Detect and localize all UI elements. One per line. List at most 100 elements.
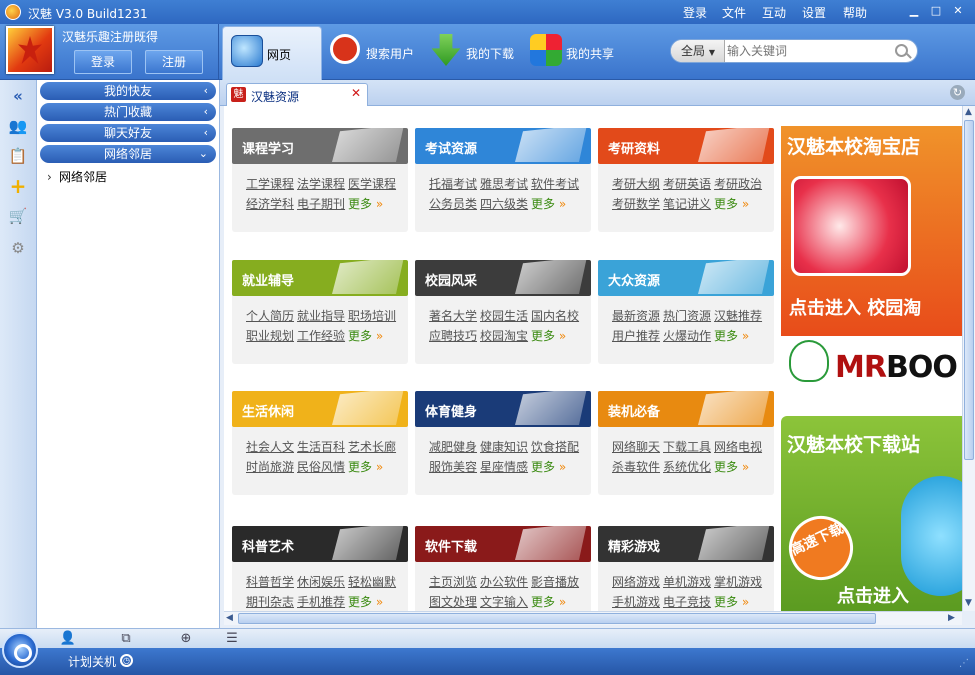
category-header[interactable]: 生活休闲 bbox=[232, 391, 408, 427]
category-header[interactable]: 精彩游戏 bbox=[598, 526, 774, 562]
brand-banner[interactable]: MRBOO bbox=[781, 340, 962, 396]
category-link[interactable]: 服饰美容 bbox=[429, 460, 477, 474]
cart-icon[interactable]: 🛒 bbox=[8, 206, 28, 226]
category-link[interactable]: 手机推荐 bbox=[297, 595, 345, 609]
main-menu-orb-icon[interactable] bbox=[2, 632, 38, 668]
category-header[interactable]: 大众资源 bbox=[598, 260, 774, 296]
category-header[interactable]: 考研资料 bbox=[598, 128, 774, 164]
menu-interact[interactable]: 互动 bbox=[762, 4, 786, 21]
category-header[interactable]: 课程学习 bbox=[232, 128, 408, 164]
tab-my-shares[interactable]: 我的共享 bbox=[522, 26, 640, 80]
category-link[interactable]: 饮食搭配 bbox=[531, 440, 579, 454]
tab-webpage[interactable]: 网页 bbox=[222, 26, 322, 80]
category-link[interactable]: 掌机游戏 bbox=[714, 575, 762, 589]
notes-icon[interactable]: 📋 bbox=[8, 146, 28, 166]
category-link[interactable]: 影音播放 bbox=[531, 575, 579, 589]
more-link[interactable]: 更多 » bbox=[348, 197, 383, 211]
category-link[interactable]: 减肥健身 bbox=[429, 440, 477, 454]
download-ad[interactable]: 汉魅本校下载站 高速下载 点击进入 bbox=[781, 416, 962, 611]
tab-search-users[interactable]: 搜索用户 bbox=[322, 26, 420, 80]
scroll-left-icon[interactable]: ◀ bbox=[226, 613, 233, 623]
category-link[interactable]: 民俗风情 bbox=[297, 460, 345, 474]
sidebar-group-network[interactable]: 网络邻居 ⌄ bbox=[40, 145, 216, 163]
category-link[interactable]: 工学课程 bbox=[246, 177, 294, 191]
menu-file[interactable]: 文件 bbox=[722, 4, 746, 21]
category-link[interactable]: 网络聊天 bbox=[612, 440, 660, 454]
category-link[interactable]: 国内名校 bbox=[531, 309, 579, 323]
category-link[interactable]: 就业指导 bbox=[297, 309, 345, 323]
category-link[interactable]: 软件考试 bbox=[531, 177, 579, 191]
category-link[interactable]: 经济学科 bbox=[246, 197, 294, 211]
more-link[interactable]: 更多 » bbox=[348, 595, 383, 609]
tree-item-network[interactable]: › 网络邻居 bbox=[47, 168, 107, 185]
collapse-icon[interactable]: « bbox=[8, 86, 28, 106]
category-link[interactable]: 时尚旅游 bbox=[246, 460, 294, 474]
minimize-button[interactable]: ▁ bbox=[906, 4, 922, 19]
category-link[interactable]: 热门资源 bbox=[663, 309, 711, 323]
sidebar-group-chat-friends[interactable]: 聊天好友 ‹ bbox=[40, 124, 216, 142]
category-link[interactable]: 医学课程 bbox=[348, 177, 396, 191]
category-link[interactable]: 职场培训 bbox=[348, 309, 396, 323]
category-link[interactable]: 网络游戏 bbox=[612, 575, 660, 589]
category-link[interactable]: 期刊杂志 bbox=[246, 595, 294, 609]
maximize-button[interactable]: □ bbox=[928, 4, 944, 19]
menu-settings[interactable]: 设置 bbox=[802, 4, 826, 21]
category-link[interactable]: 主页浏览 bbox=[429, 575, 477, 589]
category-link[interactable]: 个人简历 bbox=[246, 309, 294, 323]
more-link[interactable]: 更多 » bbox=[714, 595, 749, 609]
more-link[interactable]: 更多 » bbox=[714, 329, 749, 343]
search-input[interactable] bbox=[727, 42, 887, 60]
category-link[interactable]: 最新资源 bbox=[612, 309, 660, 323]
refresh-icon[interactable]: ↻ bbox=[950, 85, 965, 100]
more-link[interactable]: 更多 » bbox=[348, 329, 383, 343]
category-link[interactable]: 应聘技巧 bbox=[429, 329, 477, 343]
more-link[interactable]: 更多 » bbox=[714, 197, 749, 211]
category-link[interactable]: 火爆动作 bbox=[663, 329, 711, 343]
more-link[interactable]: 更多 » bbox=[531, 329, 566, 343]
category-header[interactable]: 科普艺术 bbox=[232, 526, 408, 562]
more-link[interactable]: 更多 » bbox=[348, 460, 383, 474]
scroll-right-icon[interactable]: ▶ bbox=[948, 613, 955, 623]
category-link[interactable]: 下载工具 bbox=[663, 440, 711, 454]
category-link[interactable]: 单机游戏 bbox=[663, 575, 711, 589]
category-link[interactable]: 网络电视 bbox=[714, 440, 762, 454]
register-button[interactable]: 注册 bbox=[145, 50, 203, 74]
more-link[interactable]: 更多 » bbox=[531, 197, 566, 211]
category-link[interactable]: 考研数学 bbox=[612, 197, 660, 211]
sidebar-group-fast-friends[interactable]: 我的快友 ‹ bbox=[40, 82, 216, 100]
category-link[interactable]: 职业规划 bbox=[246, 329, 294, 343]
close-window-button[interactable]: ✕ bbox=[950, 4, 966, 19]
tab-hanmei-resources[interactable]: 魅 汉魅资源 ✕ bbox=[226, 83, 368, 106]
sidebar-group-favorites[interactable]: 热门收藏 ‹ bbox=[40, 103, 216, 121]
taobao-ad[interactable]: 汉魅本校淘宝店 点击进入 校园淘 bbox=[781, 126, 962, 336]
category-link[interactable]: 科普哲学 bbox=[246, 575, 294, 589]
vertical-scrollbar[interactable]: ▲ ▼ bbox=[962, 106, 975, 611]
category-link[interactable]: 电子竞技 bbox=[663, 595, 711, 609]
category-link[interactable]: 文字输入 bbox=[480, 595, 528, 609]
search-icon[interactable] bbox=[895, 44, 908, 57]
menu-help[interactable]: 帮助 bbox=[843, 4, 867, 21]
menu-login[interactable]: 登录 bbox=[683, 4, 707, 21]
category-header[interactable]: 体育健身 bbox=[415, 391, 591, 427]
category-link[interactable]: 汉魅推荐 bbox=[714, 309, 762, 323]
category-link[interactable]: 法学课程 bbox=[297, 177, 345, 191]
tab-my-downloads[interactable]: 我的下载 bbox=[422, 26, 522, 80]
category-link[interactable]: 星座情感 bbox=[480, 460, 528, 474]
category-link[interactable]: 工作经验 bbox=[297, 329, 345, 343]
horizontal-scrollbar[interactable]: ◀ ▶ bbox=[224, 611, 962, 625]
category-link[interactable]: 考研政治 bbox=[714, 177, 762, 191]
gear-icon[interactable]: ⚙ bbox=[8, 238, 28, 258]
category-header[interactable]: 校园风采 bbox=[415, 260, 591, 296]
category-link[interactable]: 公务员类 bbox=[429, 197, 477, 211]
close-icon[interactable]: ✕ bbox=[351, 86, 361, 100]
category-link[interactable]: 生活百科 bbox=[297, 440, 345, 454]
zoom-icon[interactable]: ⊕ bbox=[176, 631, 196, 647]
category-link[interactable]: 用户推荐 bbox=[612, 329, 660, 343]
category-link[interactable]: 校园淘宝 bbox=[480, 329, 528, 343]
avatar[interactable] bbox=[6, 26, 54, 74]
category-link[interactable]: 著名大学 bbox=[429, 309, 477, 323]
add-contact-icon[interactable]: 👤 bbox=[58, 631, 78, 647]
category-link[interactable]: 雅思考试 bbox=[480, 177, 528, 191]
category-header[interactable]: 装机必备 bbox=[598, 391, 774, 427]
category-link[interactable]: 考研大纲 bbox=[612, 177, 660, 191]
